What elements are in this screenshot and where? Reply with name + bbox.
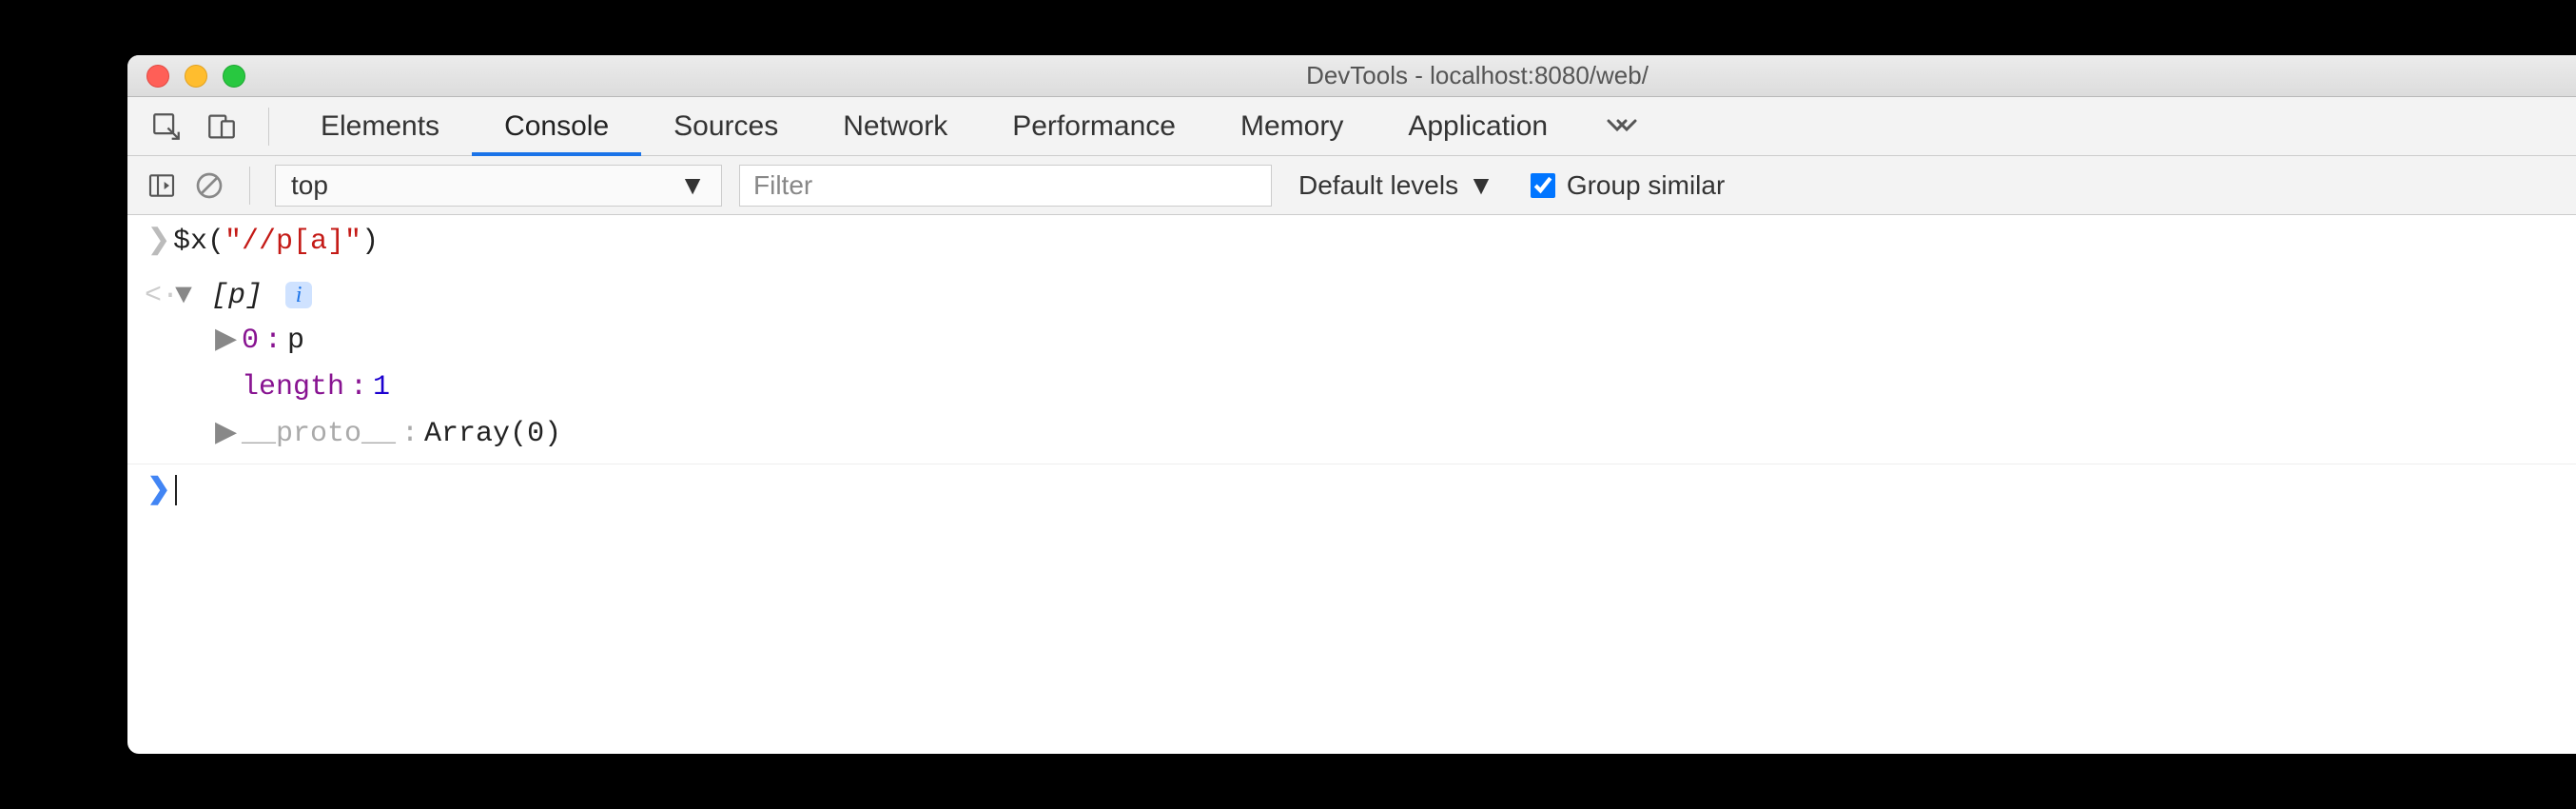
console-output: ❯ $x("//p[a]") <· ▼ [p] i ▶ 0: (127, 215, 2576, 519)
panel-tabstrip: Elements Console Sources Network Perform… (127, 97, 2576, 156)
divider (249, 167, 250, 205)
log-levels-select[interactable]: Default levels ▼ (1298, 170, 1494, 201)
console-input[interactable] (173, 470, 2576, 513)
tree-entry[interactable]: ▶ 0: p (215, 318, 2576, 365)
clear-console-icon[interactable] (194, 170, 224, 201)
disclosure-triangle-icon[interactable]: ▶ (215, 320, 236, 363)
input-marker-icon: ❯ (145, 221, 173, 264)
tab-elements[interactable]: Elements (288, 97, 472, 155)
inspect-element-icon[interactable] (150, 110, 183, 143)
tab-sources[interactable]: Sources (641, 97, 810, 155)
disclosure-triangle-icon[interactable]: ▼ (173, 275, 194, 318)
chevron-down-icon: ▼ (1468, 170, 1494, 201)
entry-key: __proto__ (242, 413, 396, 456)
group-similar-toggle[interactable]: Group similar (1531, 170, 1725, 201)
console-toolbar: top ▼ Default levels ▼ Group similar (127, 156, 2576, 215)
divider (268, 108, 269, 146)
devtools-window: DevTools - localhost:8080/web/ Elements … (127, 55, 2576, 754)
disclosure-triangle-icon[interactable]: ▶ (215, 413, 236, 456)
entry-value: p (287, 320, 304, 363)
entry-value: Array(0) (424, 413, 561, 456)
device-toolbar-icon[interactable] (205, 110, 238, 143)
entry-value: 1 (373, 366, 390, 409)
panel-tabs: Elements Console Sources Network Perform… (288, 97, 2576, 155)
tabs-overflow-button[interactable] (1580, 97, 1664, 155)
log-levels-label: Default levels (1298, 170, 1458, 201)
input-expression: $x("//p[a]") (173, 221, 2576, 264)
group-similar-checkbox[interactable] (1531, 173, 1555, 198)
object-tree: ▶ 0: p length: 1 ▶ __proto__: Array(0) (173, 318, 2576, 458)
zoom-window-button[interactable] (223, 65, 245, 88)
text-cursor (175, 475, 177, 505)
group-similar-label: Group similar (1567, 170, 1725, 201)
execution-context-select[interactable]: top ▼ (275, 165, 722, 207)
console-filter-input[interactable] (739, 165, 1272, 207)
window-controls (127, 65, 245, 88)
object-summary[interactable]: ▼ [p] i (173, 275, 2576, 318)
expr-function: $x (173, 226, 207, 258)
tree-entry: length: 1 (215, 365, 2576, 411)
close-window-button[interactable] (146, 65, 169, 88)
minimize-window-button[interactable] (185, 65, 207, 88)
chevron-down-icon: ▼ (679, 170, 706, 201)
tab-network[interactable]: Network (810, 97, 980, 155)
output-marker-icon: <· (145, 275, 173, 318)
tab-memory[interactable]: Memory (1208, 97, 1376, 155)
prompt-marker-icon: ❯ (145, 470, 173, 513)
entry-key: 0 (242, 320, 259, 363)
tab-performance[interactable]: Performance (980, 97, 1208, 155)
console-prompt-row[interactable]: ❯ (127, 464, 2576, 519)
console-input-echo-row: ❯ $x("//p[a]") (127, 215, 2576, 269)
info-badge-icon[interactable]: i (285, 282, 312, 308)
titlebar: DevTools - localhost:8080/web/ (127, 55, 2576, 97)
tab-application[interactable]: Application (1376, 97, 1580, 155)
entry-key: length (242, 366, 344, 409)
execution-context-value: top (291, 170, 328, 201)
expr-argument: "//p[a]" (224, 226, 361, 258)
tab-console[interactable]: Console (472, 97, 641, 155)
console-result-row: <· ▼ [p] i ▶ 0: p (127, 269, 2576, 464)
tree-entry[interactable]: ▶ __proto__: Array(0) (215, 411, 2576, 458)
toggle-sidebar-icon[interactable] (146, 170, 177, 201)
window-title: DevTools - localhost:8080/web/ (127, 61, 2576, 90)
